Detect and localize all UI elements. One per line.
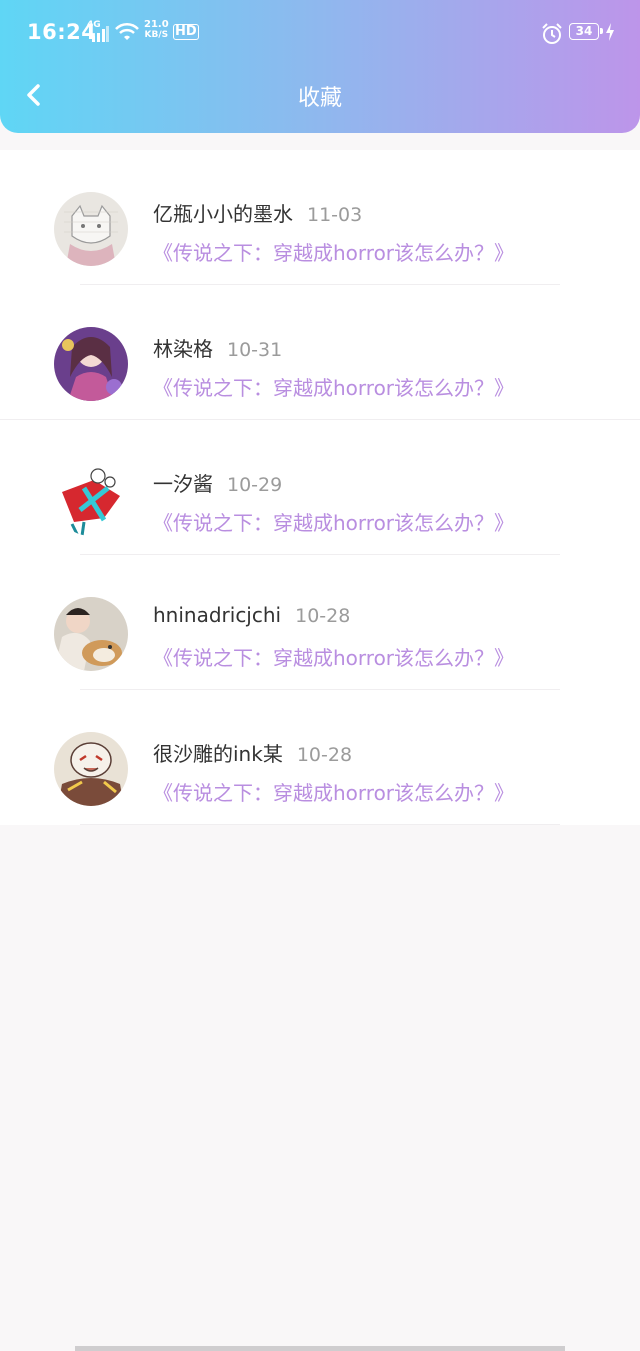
username[interactable]: 亿瓶小小的墨水 bbox=[153, 202, 293, 226]
battery-icon: 34 bbox=[569, 23, 603, 40]
net-speed-value: 21.0 bbox=[144, 19, 169, 30]
net-speed-unit: KB/S bbox=[144, 30, 169, 40]
favorites-list: 亿瓶小小的墨水 11-03 《传说之下：穿越成horror该怎么办？》 林染格 10… bbox=[0, 150, 640, 825]
favorite-item[interactable]: 林染格 10-31 《传说之下：穿越成horror该怎么办？》 bbox=[0, 285, 640, 420]
avatar[interactable] bbox=[54, 597, 128, 671]
favorite-item[interactable]: 很沙雕的ink某 10-28 《传说之下：穿越成horror该怎么办？》 bbox=[0, 690, 640, 825]
date: 11-03 bbox=[307, 204, 363, 226]
favorite-item[interactable]: hninadricjchi 10-28 《传说之下：穿越成horror该怎么办？》 bbox=[0, 555, 640, 690]
username[interactable]: 一汐酱 bbox=[153, 472, 213, 496]
favorite-item[interactable]: 亿瓶小小的墨水 11-03 《传说之下：穿越成horror该怎么办？》 bbox=[0, 150, 640, 285]
username[interactable]: 很沙雕的ink某 bbox=[153, 742, 283, 766]
date: 10-31 bbox=[227, 339, 283, 361]
work-title[interactable]: 《传说之下：穿越成horror该怎么办？》 bbox=[153, 237, 514, 266]
date: 10-29 bbox=[227, 474, 283, 496]
name-line: 林染格 10-31 bbox=[153, 333, 282, 362]
header: 16:24 4G 21.0 KB/S HD 34 收藏 bbox=[0, 0, 640, 133]
page-title: 收藏 bbox=[297, 86, 342, 111]
username[interactable]: hninadricjchi bbox=[153, 603, 281, 627]
status-bar: 16:24 4G 21.0 KB/S HD 34 bbox=[0, 0, 640, 66]
date: 10-28 bbox=[295, 605, 351, 627]
name-line: 亿瓶小小的墨水 11-03 bbox=[153, 198, 362, 227]
work-title[interactable]: 《传说之下：穿越成horror该怎么办？》 bbox=[153, 642, 514, 671]
username[interactable]: 林染格 bbox=[153, 337, 213, 361]
avatar[interactable] bbox=[54, 732, 128, 806]
name-line: hninadricjchi 10-28 bbox=[153, 603, 350, 627]
divider bbox=[80, 824, 560, 825]
status-time: 16:24 bbox=[27, 20, 97, 44]
work-title[interactable]: 《传说之下：穿越成horror该怎么办？》 bbox=[153, 372, 514, 401]
name-line: 一汐酱 10-29 bbox=[153, 468, 282, 497]
date: 10-28 bbox=[296, 744, 353, 766]
alarm-icon bbox=[542, 23, 562, 44]
work-title[interactable]: 《传说之下：穿越成horror该怎么办？》 bbox=[153, 777, 514, 806]
hd-badge: HD bbox=[173, 24, 199, 40]
charging-icon bbox=[606, 23, 614, 41]
avatar[interactable] bbox=[54, 462, 128, 536]
wifi-icon bbox=[115, 22, 139, 40]
work-title[interactable]: 《传说之下：穿越成horror该怎么办？》 bbox=[153, 507, 514, 536]
avatar[interactable] bbox=[54, 327, 128, 401]
home-indicator[interactable] bbox=[75, 1346, 565, 1351]
avatar[interactable] bbox=[54, 192, 128, 266]
favorite-item[interactable]: 一汐酱 10-29 《传说之下：穿越成horror该怎么办？》 bbox=[0, 420, 640, 555]
net-speed: 21.0 KB/S bbox=[144, 19, 169, 41]
name-line: 很沙雕的ink某 10-28 bbox=[153, 738, 352, 767]
